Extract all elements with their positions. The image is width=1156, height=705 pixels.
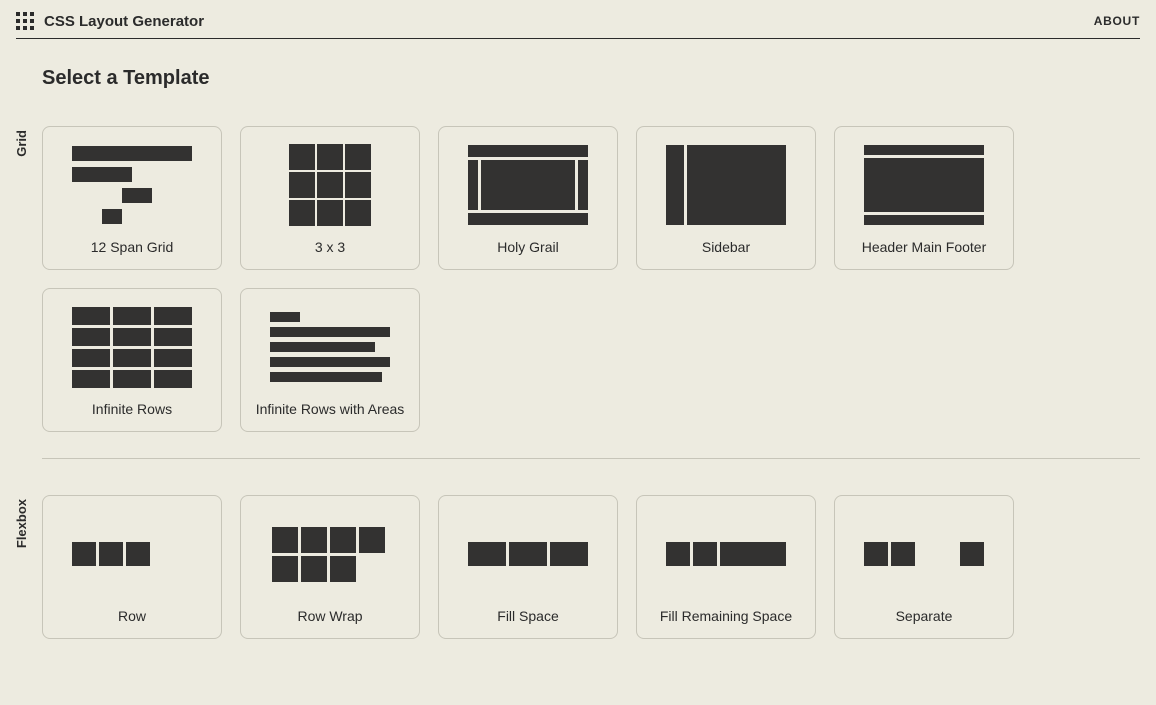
template-label: Infinite Rows with Areas — [255, 401, 405, 417]
topbar-left: CSS Layout Generator — [16, 12, 204, 30]
template-label: Sidebar — [651, 239, 801, 255]
template-label: Holy Grail — [453, 239, 603, 255]
section-divider — [42, 458, 1140, 459]
template-3x3[interactable]: 3 x 3 — [240, 126, 420, 270]
preview-sidebar — [666, 145, 786, 225]
section-label-grid: Grid — [14, 130, 29, 157]
preview-row-wrap — [270, 514, 390, 594]
template-fill-remaining-space[interactable]: Fill Remaining Space — [636, 495, 816, 639]
template-row-wrap[interactable]: Row Wrap — [240, 495, 420, 639]
template-12-span-grid[interactable]: 12 Span Grid — [42, 126, 222, 270]
preview-infinite-rows-areas — [270, 307, 390, 387]
template-infinite-rows-areas[interactable]: Infinite Rows with Areas — [240, 288, 420, 432]
template-label: Fill Space — [453, 608, 603, 624]
template-label: 12 Span Grid — [57, 239, 207, 255]
template-label: Fill Remaining Space — [651, 608, 801, 624]
content: Select a Template Grid 12 Span Grid — [0, 67, 1156, 705]
template-label: Row — [57, 608, 207, 624]
section-label-flexbox: Flexbox — [14, 499, 29, 548]
flexbox-cards: Row Row Wrap Fill Space — [42, 495, 1140, 639]
preview-12-span-grid — [72, 145, 192, 225]
template-infinite-rows[interactable]: Infinite Rows — [42, 288, 222, 432]
preview-3x3 — [270, 145, 390, 225]
page-heading: Select a Template — [42, 67, 1140, 90]
preview-header-main-footer — [864, 145, 984, 225]
preview-fill-space — [468, 514, 588, 594]
topbar: CSS Layout Generator ABOUT — [0, 0, 1156, 38]
preview-infinite-rows — [72, 307, 192, 387]
template-label: Row Wrap — [255, 608, 405, 624]
template-holy-grail[interactable]: Holy Grail — [438, 126, 618, 270]
template-row[interactable]: Row — [42, 495, 222, 639]
template-label: Header Main Footer — [849, 239, 999, 255]
grid-cards: 12 Span Grid 3 x 3 — [42, 126, 1140, 432]
section-flexbox: Flexbox Row Row Wrap — [42, 495, 1140, 639]
template-label: Separate — [849, 608, 999, 624]
preview-holy-grail — [468, 145, 588, 225]
template-header-main-footer[interactable]: Header Main Footer — [834, 126, 1014, 270]
about-link[interactable]: ABOUT — [1094, 14, 1140, 28]
preview-fill-remaining-space — [666, 514, 786, 594]
template-label: Infinite Rows — [57, 401, 207, 417]
section-grid: Grid 12 Span Grid 3 x 3 — [42, 126, 1140, 432]
preview-separate — [864, 514, 984, 594]
template-separate[interactable]: Separate — [834, 495, 1014, 639]
preview-row — [72, 514, 192, 594]
header-divider — [16, 38, 1140, 39]
apps-icon[interactable] — [16, 12, 34, 30]
template-fill-space[interactable]: Fill Space — [438, 495, 618, 639]
template-sidebar[interactable]: Sidebar — [636, 126, 816, 270]
template-label: 3 x 3 — [255, 239, 405, 255]
app-title: CSS Layout Generator — [44, 13, 204, 30]
